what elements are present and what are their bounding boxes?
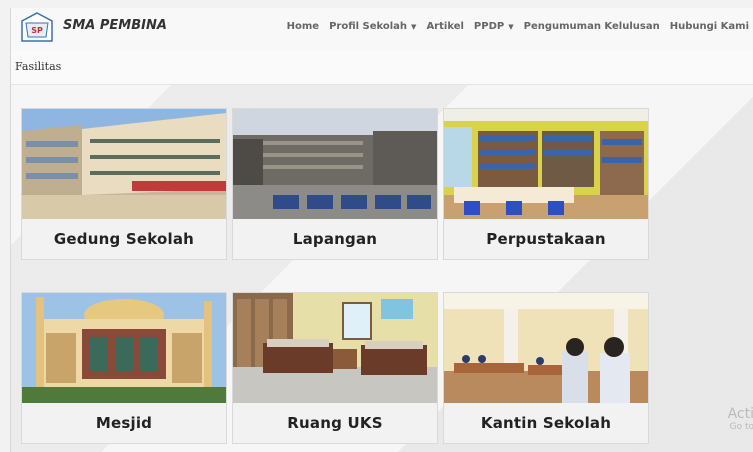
facility-card-mesjid[interactable]: Mesjid — [21, 292, 227, 444]
field-photo — [233, 109, 437, 219]
nav-ppdp-label: PPDP — [473, 21, 505, 32]
facility-label: Mesjid — [95, 414, 153, 432]
school-building-photo — [22, 109, 226, 219]
health-room-photo — [233, 293, 437, 403]
svg-text:SP: SP — [31, 26, 43, 35]
navbar: SP SMA PEMBINA Home Profil Sekolah ▼ Arti… — [11, 8, 753, 51]
nav-home-label: Home — [286, 21, 320, 32]
watermark-line2: Go to — [729, 422, 753, 432]
nav-artikel[interactable]: Artikel — [421, 21, 468, 32]
facility-label: Lapangan — [292, 230, 378, 248]
mosque-photo — [22, 293, 226, 403]
nav-ppdp[interactable]: PPDP ▼ — [469, 21, 519, 32]
caret-down-icon: ▼ — [508, 22, 514, 31]
nav-profil-sekolah-label: Profil Sekolah — [329, 21, 408, 32]
nav-artikel-label: Artikel — [426, 21, 464, 32]
facility-card-lapangan[interactable]: Lapangan — [232, 108, 438, 260]
nav-menu: Home Profil Sekolah ▼ Artikel PPDP ▼ Pengu… — [282, 21, 753, 32]
school-logo-icon[interactable]: SP — [21, 12, 53, 42]
os-activation-watermark: Acti Go to — [728, 406, 753, 432]
nav-hubungi-kami-label: Hubungi Kami — [669, 21, 749, 32]
facility-card-perpustakaan[interactable]: Perpustakaan — [443, 108, 649, 260]
watermark-line1: Acti — [727, 406, 753, 422]
breadcrumb-bar: Fasilitas — [11, 50, 753, 85]
facility-label: Ruang UKS — [287, 414, 383, 432]
facility-label: Perpustakaan — [486, 230, 606, 248]
facility-label: Kantin Sekolah — [480, 414, 612, 432]
nav-home[interactable]: Home — [282, 21, 324, 32]
facility-card-gedung-sekolah[interactable]: Gedung Sekolah — [21, 108, 227, 260]
brand-name[interactable]: SMA PEMBINA — [63, 18, 167, 33]
library-photo — [444, 109, 648, 219]
canteen-photo — [444, 293, 648, 403]
facility-label: Gedung Sekolah — [53, 230, 195, 248]
nav-pengumuman-label: Pengumuman Kelulusan — [523, 21, 660, 32]
breadcrumb: Fasilitas — [15, 60, 62, 73]
page-frame: SP SMA PEMBINA Home Profil Sekolah ▼ Arti… — [10, 8, 753, 452]
facility-card-ruang-uks[interactable]: Ruang UKS — [232, 292, 438, 444]
nav-hubungi-kami[interactable]: Hubungi Kami — [665, 21, 753, 32]
facility-card-kantin-sekolah[interactable]: Kantin Sekolah — [443, 292, 649, 444]
nav-pengumuman-kelulusan[interactable]: Pengumuman Kelulusan — [519, 21, 665, 32]
caret-down-icon: ▼ — [411, 22, 417, 31]
nav-profil-sekolah[interactable]: Profil Sekolah ▼ — [324, 21, 421, 32]
